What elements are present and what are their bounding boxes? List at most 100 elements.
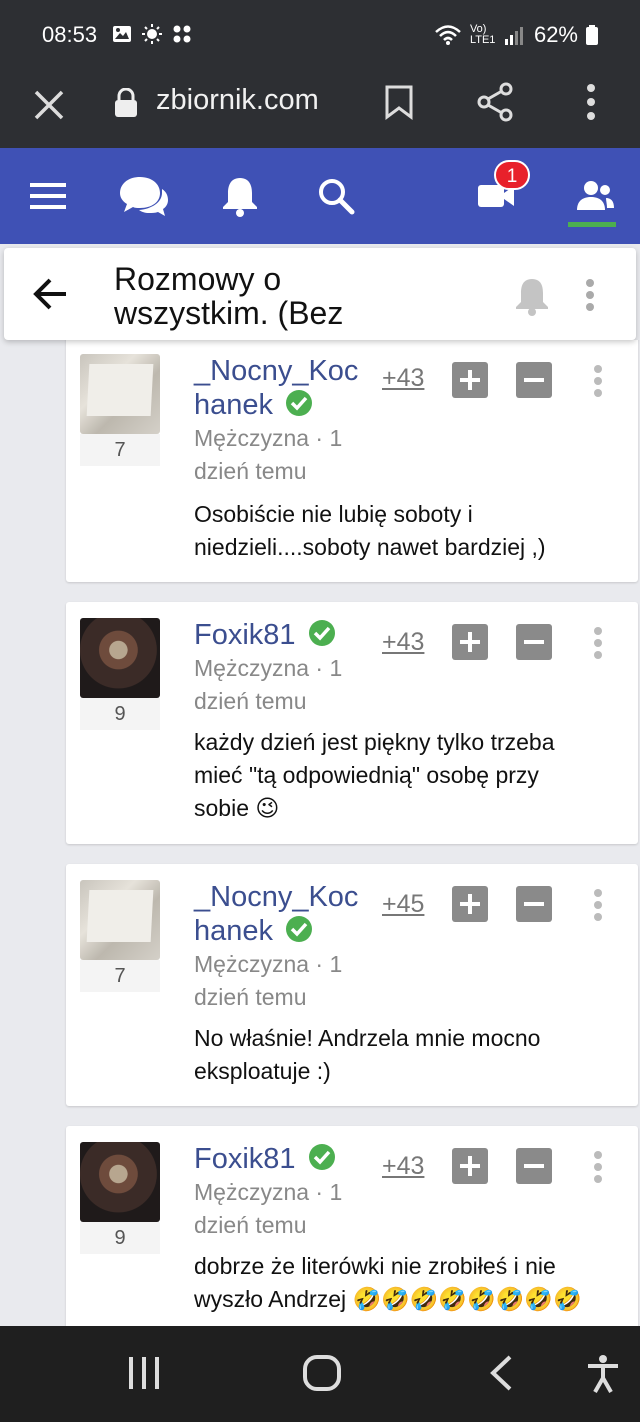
thread-bell-icon[interactable]: [514, 276, 550, 316]
home-icon[interactable]: [302, 1354, 342, 1392]
meta-time-suffix: dzień temu: [194, 1212, 307, 1238]
search-button[interactable]: [308, 170, 364, 222]
avatar-block[interactable]: 9: [80, 618, 162, 730]
video-notification-badge: 1: [494, 160, 530, 190]
gallery-icon: [113, 26, 131, 42]
author-name-line1[interactable]: _Nocny_Koc: [194, 881, 358, 913]
meta-time-suffix: dzień temu: [194, 458, 307, 484]
upvote-button[interactable]: [452, 624, 488, 660]
recent-apps-icon[interactable]: [126, 1354, 162, 1392]
author-name-line1[interactable]: Foxik81: [194, 1143, 296, 1175]
notifications-button[interactable]: [212, 170, 268, 222]
comment-text: każdy dzień jest piękny tylko trzeba mie…: [194, 726, 624, 825]
wifi-icon: [435, 25, 461, 45]
share-icon[interactable]: [476, 82, 514, 122]
author-name-line2[interactable]: hanek: [194, 389, 273, 421]
meta-gender-time: Mężczyzna · 1: [194, 951, 343, 977]
comment-text-line: dobrze że literówki nie zrobiłeś i nie: [194, 1253, 556, 1279]
browser-menu-icon[interactable]: [584, 82, 598, 122]
notification-icons: [112, 24, 192, 44]
avatar-block[interactable]: 7: [80, 880, 162, 992]
hamburger-menu-button[interactable]: [20, 170, 76, 222]
thread-more-icon[interactable]: [584, 278, 596, 312]
battery-percent: 62%: [533, 22, 578, 47]
back-icon[interactable]: [488, 1354, 514, 1392]
meta-gender-time: Mężczyzna · 1: [194, 655, 343, 681]
messages-button[interactable]: [116, 170, 172, 222]
network-label: Vo) LTE1: [469, 23, 496, 46]
meta-gender-time: Mężczyzna · 1: [194, 1179, 343, 1205]
upvote-button[interactable]: [452, 362, 488, 398]
comment-more-icon[interactable]: [590, 364, 606, 398]
comment-card: 9 Foxik81 Mężczyzna · 1 dzień temu +43 k…: [66, 602, 638, 844]
status-time: 08:53: [42, 22, 98, 47]
author-name-line1[interactable]: _Nocny_Koc: [194, 355, 358, 387]
comment-score[interactable]: +43: [382, 628, 424, 657]
comment-text-line: Osobiście nie lubię soboty i: [194, 501, 473, 527]
lock-icon[interactable]: [114, 88, 138, 118]
users-icon: [577, 181, 614, 210]
comment-meta: Mężczyzna · 1 dzień temu: [194, 948, 384, 1014]
address-bar[interactable]: zbiornik.com: [156, 84, 319, 117]
comment-card: 7 _Nocny_Koc hanek Mężczyzna · 1 dzień t…: [66, 340, 638, 582]
comment-author[interactable]: _Nocny_Koc hanek: [194, 354, 374, 422]
upvote-button[interactable]: [452, 1148, 488, 1184]
downvote-button[interactable]: [516, 362, 552, 398]
comment-text: No właśnie! Andrzela mnie mocno eksploat…: [194, 1022, 624, 1088]
downvote-button[interactable]: [516, 886, 552, 922]
search-icon: [319, 179, 355, 215]
comment-text-line: sobie 😉: [194, 795, 280, 821]
verified-icon: [308, 1144, 335, 1170]
avatar[interactable]: [80, 618, 160, 698]
site-navbar: [0, 148, 640, 244]
thread-title: Rozmowy o wszystkim. (Bez: [114, 262, 344, 331]
comment-author[interactable]: Foxik81: [194, 1142, 374, 1176]
avatar-photo-count: 7: [80, 434, 160, 466]
comment-more-icon[interactable]: [590, 888, 606, 922]
comment-score[interactable]: +43: [382, 364, 424, 393]
comment-score[interactable]: +45: [382, 890, 424, 919]
meta-time-suffix: dzień temu: [194, 984, 307, 1010]
avatar[interactable]: [80, 1142, 160, 1222]
brightness-icon: [142, 24, 162, 44]
downvote-button[interactable]: [516, 1148, 552, 1184]
comment-meta: Mężczyzna · 1 dzień temu: [194, 652, 384, 718]
avatar[interactable]: [80, 354, 160, 434]
avatar-photo-count: 9: [80, 1222, 160, 1254]
comment-meta: Mężczyzna · 1 dzień temu: [194, 422, 384, 488]
verified-icon: [286, 916, 313, 942]
friends-button[interactable]: [564, 170, 620, 222]
comment-author[interactable]: Foxik81: [194, 618, 374, 652]
comment-text-line: mieć "tą odpowiednią" osobę przy: [194, 762, 539, 788]
upvote-button[interactable]: [452, 886, 488, 922]
comment-score[interactable]: +43: [382, 1152, 424, 1181]
comment-more-icon[interactable]: [590, 626, 606, 660]
status-bar: 08:53 Vo) LTE1 62%: [0, 0, 640, 70]
close-tab-icon[interactable]: [30, 86, 70, 126]
comment-text: Osobiście nie lubię soboty i niedzieli..…: [194, 498, 624, 564]
avatar-block[interactable]: 7: [80, 354, 162, 466]
accessibility-icon[interactable]: [586, 1354, 620, 1394]
active-tab-indicator: [568, 222, 616, 227]
comment-card: 9 Foxik81 Mężczyzna · 1 dzień temu +43 d…: [66, 1126, 638, 1326]
android-navigation-bar: [0, 1326, 640, 1422]
signal-icon: [504, 27, 523, 45]
avatar-block[interactable]: 9: [80, 1142, 162, 1254]
avatar[interactable]: [80, 880, 160, 960]
comment-card: 7 _Nocny_Koc hanek Mężczyzna · 1 dzień t…: [66, 864, 638, 1106]
back-arrow-icon[interactable]: [32, 278, 68, 310]
bookmark-icon[interactable]: [384, 84, 414, 120]
verified-icon: [308, 620, 335, 646]
comment-text-line: niedzieli....soboty nawet bardziej ,): [194, 534, 546, 560]
browser-toolbar: zbiornik.com: [0, 70, 640, 148]
comment-author[interactable]: _Nocny_Koc hanek: [194, 880, 374, 948]
battery-icon: [586, 25, 598, 45]
comment-more-icon[interactable]: [590, 1150, 606, 1184]
author-name-line1[interactable]: Foxik81: [194, 619, 296, 651]
author-name-line2[interactable]: hanek: [194, 915, 273, 947]
comment-meta: Mężczyzna · 1 dzień temu: [194, 1176, 384, 1242]
downvote-button[interactable]: [516, 624, 552, 660]
apps-icon: [173, 25, 191, 43]
avatar-photo-count: 7: [80, 960, 160, 992]
comment-text-line: eksploatuje :): [194, 1058, 331, 1084]
